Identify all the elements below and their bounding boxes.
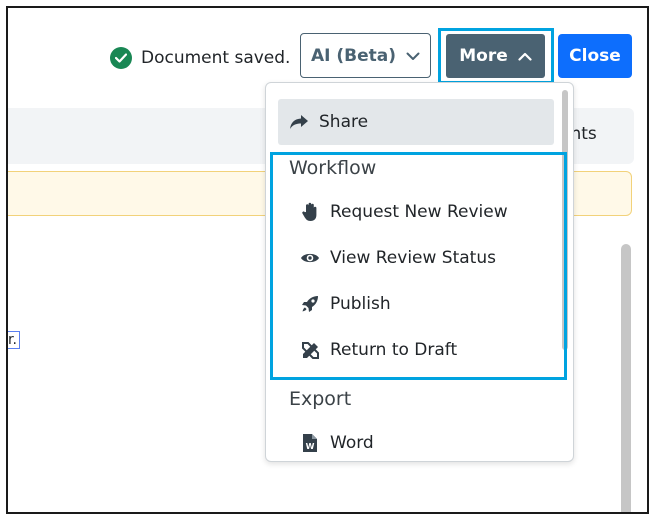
menu-item-label: Word bbox=[330, 433, 374, 453]
save-status: Document saved. bbox=[110, 45, 290, 71]
svg-text:W: W bbox=[306, 442, 315, 451]
eye-icon bbox=[300, 248, 320, 268]
share-icon bbox=[289, 112, 309, 132]
close-label: Close bbox=[569, 46, 621, 66]
content-text-fragment: r. bbox=[8, 331, 20, 349]
menu-item-share[interactable]: Share bbox=[278, 99, 554, 145]
menu-item-publish[interactable]: Publish bbox=[300, 294, 391, 314]
save-status-text: Document saved. bbox=[141, 48, 291, 68]
workflow-heading: Workflow bbox=[289, 157, 377, 179]
more-button[interactable]: More bbox=[446, 34, 545, 78]
pencil-ruler-icon bbox=[300, 340, 320, 360]
chevron-up-icon bbox=[518, 46, 532, 66]
menu-item-label: Request New Review bbox=[330, 202, 508, 222]
hand-icon bbox=[300, 202, 320, 222]
chevron-down-icon bbox=[406, 46, 420, 66]
menu-item-return-to-draft[interactable]: Return to Draft bbox=[300, 340, 457, 360]
menu-item-label: Return to Draft bbox=[330, 340, 458, 360]
menu-item-label: Share bbox=[319, 112, 369, 132]
word-file-icon: W bbox=[300, 433, 320, 453]
menu-item-label: Publish bbox=[330, 294, 391, 314]
ai-beta-button[interactable]: AI (Beta) bbox=[300, 33, 431, 78]
menu-item-view-review-status[interactable]: View Review Status bbox=[300, 248, 496, 268]
close-button[interactable]: Close bbox=[558, 34, 632, 78]
app-window: ents r. Document saved. AI (Beta) More C… bbox=[6, 6, 649, 514]
menu-item-label: View Review Status bbox=[330, 248, 496, 268]
menu-item-request-new-review[interactable]: Request New Review bbox=[300, 202, 508, 222]
page-scrollbar[interactable] bbox=[621, 244, 631, 512]
rocket-icon bbox=[300, 294, 320, 314]
more-label: More bbox=[459, 46, 508, 66]
export-heading: Export bbox=[289, 388, 352, 410]
check-circle-icon bbox=[110, 47, 132, 69]
ai-beta-label: AI (Beta) bbox=[310, 45, 397, 66]
menu-item-word[interactable]: W Word bbox=[300, 433, 374, 453]
